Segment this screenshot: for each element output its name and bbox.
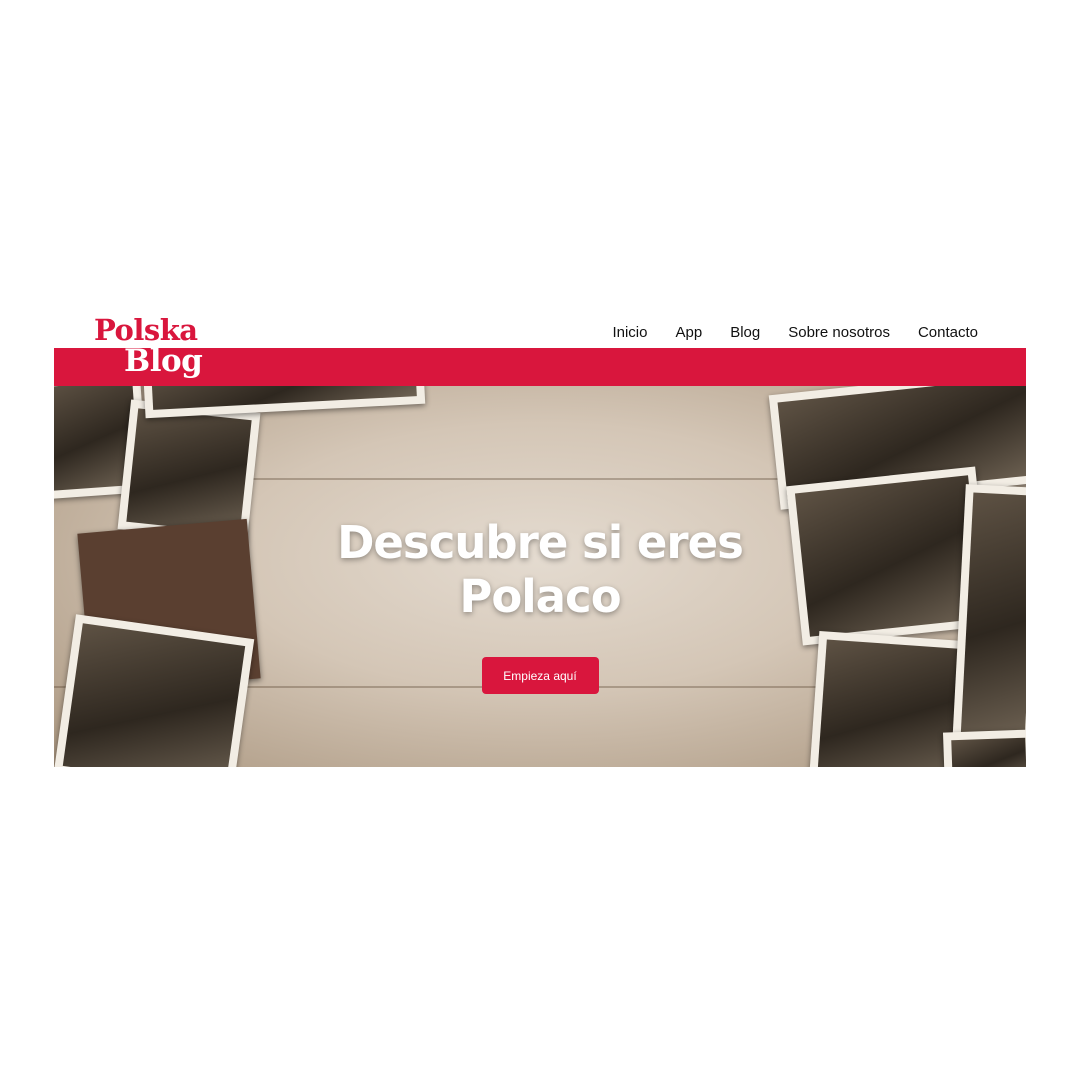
hero-content: Descubre si eres Polaco Empieza aquí bbox=[54, 516, 1026, 694]
website: Inicio App Blog Sobre nosotros Contacto … bbox=[54, 314, 1026, 767]
hero-title: Descubre si eres Polaco bbox=[337, 516, 744, 623]
nav-item-contacto[interactable]: Contacto bbox=[918, 324, 978, 341]
nav-item-app[interactable]: App bbox=[675, 324, 702, 341]
nav-item-blog[interactable]: Blog bbox=[730, 324, 760, 341]
logo-line-1: Polska bbox=[94, 313, 198, 347]
nav-item-inicio[interactable]: Inicio bbox=[612, 324, 647, 341]
cta-button[interactable]: Empieza aquí bbox=[481, 657, 599, 694]
hero-section: Descubre si eres Polaco Empieza aquí bbox=[54, 386, 1026, 767]
logo-line-2: Blog bbox=[124, 343, 203, 379]
main-nav: Inicio App Blog Sobre nosotros Contacto bbox=[612, 324, 978, 341]
nav-item-sobre-nosotros[interactable]: Sobre nosotros bbox=[788, 324, 890, 341]
logo[interactable]: Polska Blog bbox=[94, 313, 203, 379]
